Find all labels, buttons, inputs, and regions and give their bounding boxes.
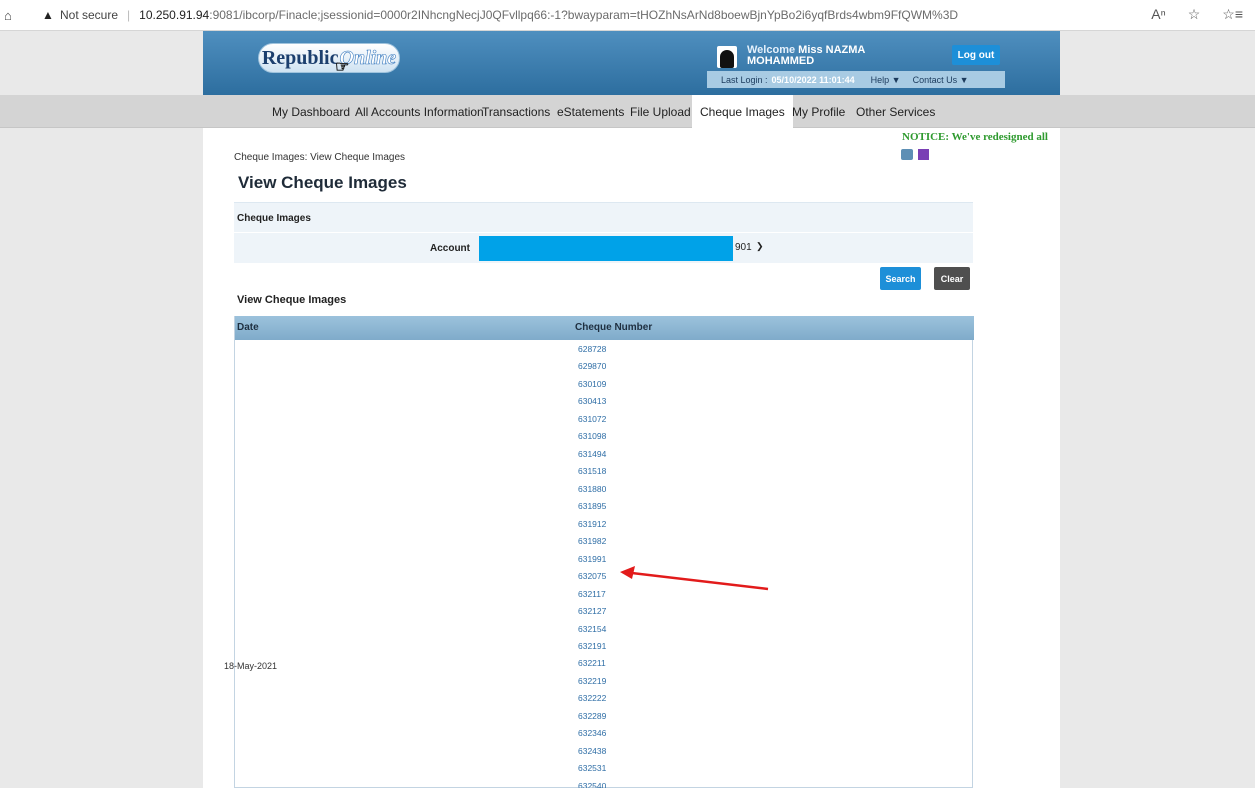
brand-name: Republic [261,46,339,69]
help-label: Help [870,74,890,85]
separator: | [127,8,131,22]
cheque-number-link[interactable]: 632117 [578,588,658,605]
cheque-number-link[interactable]: 629870 [578,360,658,377]
cheque-number-link[interactable]: 631982 [578,535,658,552]
tab-estatements[interactable]: eStatements [557,95,624,128]
browser-address-bar: ⌂ ▲ Not secure | 10.250.91.94 :9081/ibco… [0,0,1255,31]
cheque-number-link[interactable]: 631912 [578,518,658,535]
table-header: Date Cheque Number [235,316,974,340]
warning-icon[interactable]: ▲ [42,8,56,22]
tab-file-upload[interactable]: File Upload [630,95,691,128]
header-bar: Republic Online ☞ Welcome Miss NAZMA MOHA… [203,31,1060,95]
url-host[interactable]: 10.250.91.94 [139,8,209,22]
last-login-bar: Last Login : 05/10/2022 11:01:44 Help ▼ … [707,71,1005,88]
last-login-value: 05/10/2022 11:01:44 [771,74,855,85]
security-status[interactable]: Not secure [60,8,118,22]
read-aloud-icon[interactable]: Aⁿ [1151,6,1165,23]
cheque-number-list: 628728 629870 630109 630413 631072 631098 6314… [578,343,658,788]
account-label: Account [430,243,470,254]
cheque-number-link[interactable]: 631518 [578,465,658,482]
chevron-down-icon: ▼ [891,74,901,85]
page-root: ⌂ ▲ Not secure | 10.250.91.94 :9081/ibco… [0,0,1255,788]
cheque-number-link[interactable]: 632191 [578,640,658,657]
cheque-number-link[interactable]: 632154 [578,623,658,640]
pointer-hand-icon: ☞ [335,59,350,76]
page-title: View Cheque Images [238,173,407,192]
print-icon[interactable] [901,149,913,160]
chevron-down-icon: ▼ [959,74,969,85]
cheque-number-link[interactable]: 632222 [578,692,658,709]
tab-transactions[interactable]: Transactions [482,95,550,128]
account-select-value[interactable]: 901 [735,242,752,253]
last-login-label: Last Login : [721,74,768,85]
favorites-list-icon[interactable]: ☆≡ [1222,6,1243,23]
main-nav: My Dashboard All Accounts Information Tr… [0,95,1255,129]
breadcrumb: Cheque Images: View Cheque Images [234,152,406,163]
redacted-account-field[interactable] [479,236,733,261]
site-header: Republic Online ☞ Welcome Miss NAZMA MOHA… [0,31,1255,95]
cheque-number-link[interactable]: 631494 [578,448,658,465]
cheque-number-link[interactable]: 632289 [578,710,658,727]
header-date: Date [237,322,259,333]
clear-button[interactable]: Clear [934,267,970,290]
welcome-text: Welcome Miss NAZMA MOHAMMED [747,45,907,67]
cheque-number-link[interactable]: 632211 [578,657,658,674]
contact-menu[interactable]: Contact Us ▼ [913,75,969,85]
tab-my-profile[interactable]: My Profile [792,95,845,128]
tab-my-dashboard[interactable]: My Dashboard [272,95,350,128]
cheque-number-link[interactable]: 630413 [578,395,658,412]
cheque-number-link[interactable]: 632540 [578,780,658,788]
account-row: Account 901 ❯ [234,233,973,263]
cheque-number-link[interactable]: 632531 [578,762,658,779]
help-menu[interactable]: Help ▼ [871,75,901,85]
mail-icon[interactable] [918,149,929,160]
cheque-number-link[interactable]: 632075 [578,570,658,587]
search-button[interactable]: Search [880,267,921,290]
republic-online-logo[interactable]: Republic Online ☞ [258,43,400,76]
cheque-number-link[interactable]: 632346 [578,727,658,744]
favorite-icon[interactable]: ☆ [1188,6,1201,23]
cheque-number-link[interactable]: 632219 [578,675,658,692]
cheque-number-link[interactable]: 631895 [578,500,658,517]
chevron-down-icon[interactable]: ❯ [756,241,764,252]
tab-all-accounts-information[interactable]: All Accounts Information [355,95,484,128]
user-name-line2: MOHAMMED [747,55,815,67]
cheque-number-link[interactable]: 631072 [578,413,658,430]
tab-other-services[interactable]: Other Services [856,95,935,128]
tab-cheque-images[interactable]: Cheque Images [692,95,793,129]
form-section-title: Cheque Images [234,202,973,232]
user-panel: Welcome Miss NAZMA MOHAMMED Log out Last… [707,44,1005,88]
page-tools [901,149,929,160]
home-icon[interactable]: ⌂ [4,8,20,23]
browser-toolbar-icons: Aⁿ ☆ ☆≡ [1151,6,1243,23]
cheque-number-link[interactable]: 628728 [578,343,658,360]
cheque-number-link[interactable]: 631991 [578,553,658,570]
cheque-number-link[interactable]: 632438 [578,745,658,762]
cheque-number-link[interactable]: 631880 [578,483,658,500]
notice-banner[interactable]: NOTICE: We've redesigned all [902,131,1048,143]
cheque-number-link[interactable]: 630109 [578,378,658,395]
results-title: View Cheque Images [237,294,347,306]
user-avatar-icon [717,46,737,68]
url-path[interactable]: :9081/ibcorp/Finacle;jsessionid=0000r2IN… [209,8,958,22]
main-content: NOTICE: We've redesigned all Cheque Imag… [203,128,1060,788]
header-cheque-number: Cheque Number [575,322,653,333]
cheque-number-link[interactable]: 631098 [578,430,658,447]
logout-button[interactable]: Log out [952,45,1000,65]
date-cell: 18-May-2021 [224,661,278,671]
cheque-number-link[interactable]: 632127 [578,605,658,622]
contact-label: Contact Us [912,74,958,85]
